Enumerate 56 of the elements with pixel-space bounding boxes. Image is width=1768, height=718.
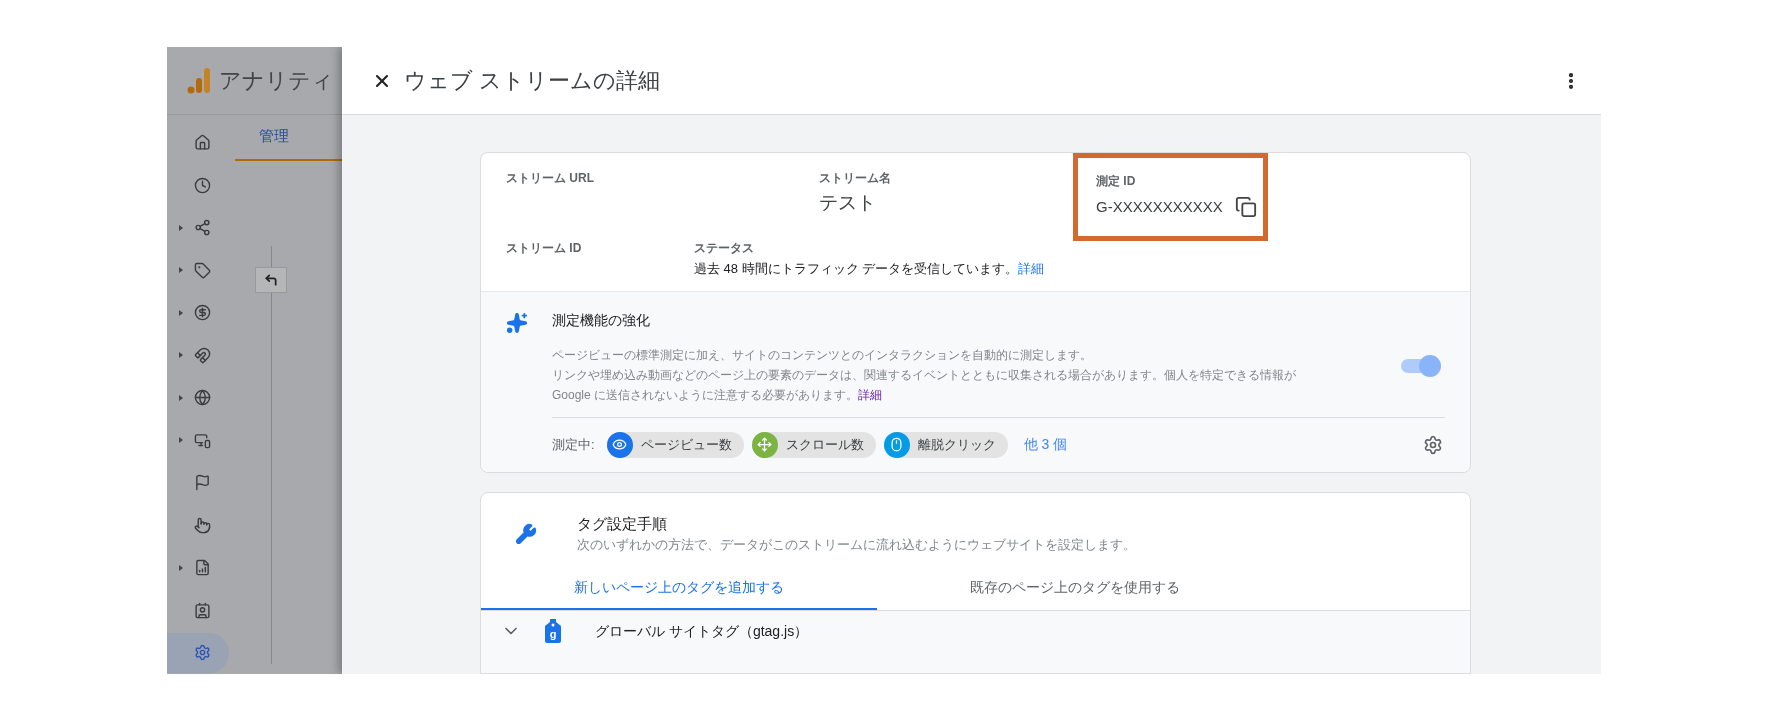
section-title: 測定機能の強化 — [552, 310, 651, 330]
details-link[interactable]: 詳細 — [1018, 261, 1045, 276]
tab[interactable]: 新しいページ上のタグを追加する — [481, 566, 877, 610]
field-label: ストリーム ID — [506, 240, 583, 257]
measurement-id-value: G-XXXXXXXXXXX — [1096, 197, 1223, 217]
flag-icon — [193, 474, 211, 492]
copy-icon[interactable] — [1234, 196, 1257, 219]
contact-icon — [193, 601, 211, 619]
stream-name-value: テスト — [819, 191, 877, 215]
sparkles-icon — [506, 311, 528, 334]
dollar-icon — [193, 304, 211, 322]
section-subtitle: 次のいずれかの方法で、データがこのストリームに流れ込むようにウェブサイトを設定します。 — [577, 536, 1136, 554]
chip-label: ページビュー数 — [640, 435, 732, 454]
expand-arrow-icon[interactable] — [179, 564, 183, 571]
wrench-icon — [515, 522, 537, 545]
expand-arrow-icon[interactable] — [179, 224, 183, 231]
expand-arrow-icon[interactable] — [179, 267, 183, 274]
section-title: タグ設定手順 — [577, 513, 668, 534]
status-text: 過去 48 時間にトラフィック データを受信しています。詳細 — [694, 260, 1045, 278]
more-link[interactable]: 他 3 個 — [1023, 434, 1068, 455]
back-arrow-icon — [264, 272, 278, 287]
analytics-logo-icon — [187, 66, 211, 95]
details-link[interactable]: 詳細 — [858, 387, 883, 402]
app-name: アナリティ — [219, 66, 334, 95]
expand-arrow-icon[interactable] — [179, 437, 183, 444]
branch-icon — [193, 219, 211, 237]
gtag-icon: g — [545, 618, 561, 643]
tab[interactable]: 既存のページ上のタグを使用する — [877, 566, 1273, 610]
home-icon — [193, 134, 211, 152]
enhanced-measurement-description: ページビューの標準測定に加え、サイトのコンテンツとのインタラクションを自動的に測定します。 リンクや埋め込み動画などのページ上の要素のデータは、関連するイベントとともに収集される場合があります。個人を特定できる情報が Google に送信されないように注意する必要があります。詳細 — [552, 346, 1297, 404]
field-label: ステータス — [694, 240, 755, 257]
measuring-label: 測定中: — [552, 435, 595, 454]
nav-item[interactable] — [167, 632, 229, 673]
field-label: 測定 ID — [1096, 173, 1137, 190]
panel-title: ウェブ ストリームの詳細 — [404, 67, 661, 95]
field-label: ストリーム URL — [506, 170, 595, 187]
magnet-icon — [193, 346, 211, 364]
expand-arrow-icon[interactable] — [179, 309, 183, 316]
report-icon — [193, 559, 211, 577]
settings-icon — [193, 644, 211, 662]
expand-arrow-icon[interactable] — [179, 352, 183, 359]
chip-label: 離脱クリック — [917, 435, 996, 454]
back-button[interactable] — [255, 266, 287, 293]
gtag-label[interactable]: グローバル サイトタグ（gtag.js） — [595, 620, 809, 642]
pointer-icon — [193, 516, 211, 534]
arrows-icon — [757, 437, 773, 452]
devices-icon — [193, 431, 211, 449]
chip-label: スクロール数 — [785, 435, 864, 454]
settings-icon[interactable] — [1423, 434, 1443, 455]
expand-arrow-icon[interactable] — [179, 394, 183, 401]
clock-icon — [193, 176, 211, 194]
eye-icon — [612, 437, 628, 452]
tag-icon — [193, 261, 211, 279]
mouse-icon — [889, 437, 905, 452]
field-label: ストリーム名 — [819, 170, 892, 187]
globe-icon — [193, 389, 211, 407]
